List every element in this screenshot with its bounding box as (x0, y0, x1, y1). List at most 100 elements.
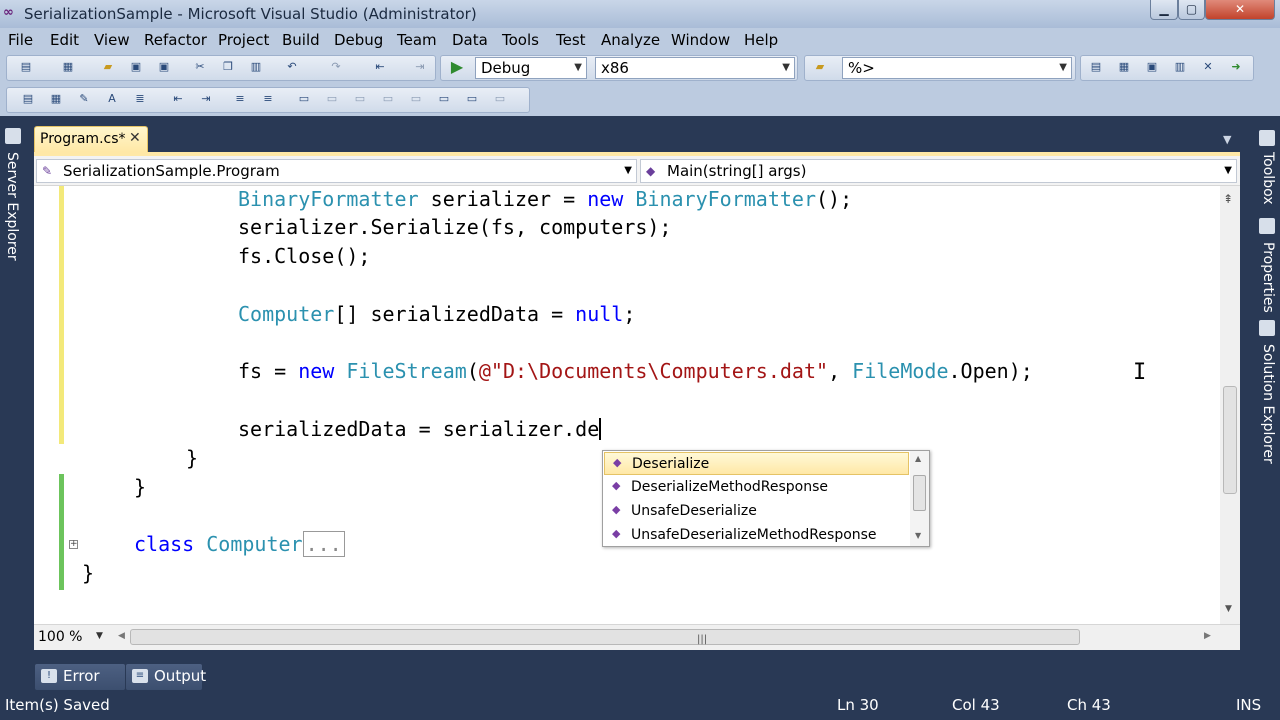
status-char: Ch 43 (1067, 696, 1111, 714)
solution-explorer-icon[interactable]: ▤ (1088, 59, 1104, 75)
menu-help[interactable]: Help (744, 31, 778, 49)
menu-tools[interactable]: Tools (502, 31, 539, 49)
tab-overflow-icon[interactable]: ▼ (1223, 133, 1231, 146)
previous-bookmark-folder-icon[interactable]: ▭ (380, 91, 396, 107)
add-item-icon[interactable]: ▦ (60, 59, 76, 75)
clear-bookmarks-icon[interactable]: ▭ (492, 91, 508, 107)
start-debugging-icon[interactable]: ▶ (449, 59, 465, 75)
completion-scrollbar[interactable]: ▲ ▼ (910, 451, 929, 546)
type-dropdown[interactable]: ✎ SerializationSample.Program ▼ (36, 159, 637, 183)
menu-debug[interactable]: Debug (334, 31, 383, 49)
class-icon: ✎ (42, 164, 53, 178)
find-in-files-icon[interactable]: ▰ (812, 59, 828, 75)
code-line: BinaryFormatter serializer = new BinaryF… (238, 187, 853, 211)
uncomment-lines-icon[interactable]: ≡ (260, 91, 276, 107)
collapsed-region[interactable]: ... (302, 531, 345, 557)
decrease-indent-icon[interactable]: ⇤ (170, 91, 186, 107)
standard-toolbar: ▤ ▦ ▰ ▣ ▣ ✂ ❐ ▥ ↶ ↷ ⇤ ⇥ ▶ Debug ▼ x86 ▼ … (0, 52, 1280, 84)
scroll-left-icon[interactable]: ◀ (118, 631, 125, 641)
platform-dropdown[interactable]: x86 ▼ (595, 57, 795, 79)
member-dropdown[interactable]: ◆ Main(string[] args) ▼ (640, 159, 1237, 183)
chevron-down-icon[interactable]: ▼ (96, 631, 103, 641)
menu-file[interactable]: File (8, 31, 33, 49)
completion-item-unsafe-deserialize[interactable]: ◆ UnsafeDeserialize (604, 500, 909, 523)
complete-word-icon[interactable]: A (104, 91, 120, 107)
completion-item-deserialize[interactable]: ◆ Deserialize (604, 452, 909, 475)
configuration-dropdown[interactable]: Debug ▼ (475, 57, 587, 79)
extension-manager-icon[interactable]: ➜ (1228, 59, 1244, 75)
horizontal-scrollbar-thumb[interactable]: ||| (130, 629, 1080, 645)
menu-build[interactable]: Build (282, 31, 320, 49)
save-all-icon[interactable]: ▣ (156, 59, 172, 75)
menu-data[interactable]: Data (452, 31, 488, 49)
copy-icon[interactable]: ❐ (220, 59, 236, 75)
scroll-down-icon[interactable]: ▼ (915, 531, 921, 540)
object-browser-icon[interactable]: ▣ (1144, 59, 1160, 75)
cut-icon[interactable]: ✂ (192, 59, 208, 75)
redo-icon[interactable]: ↷ (328, 59, 344, 75)
menu-refactor[interactable]: Refactor (144, 31, 207, 49)
next-bookmark-folder-icon[interactable]: ▭ (408, 91, 424, 107)
undo-icon[interactable]: ↶ (284, 59, 300, 75)
properties-icon[interactable]: ▦ (1116, 59, 1132, 75)
menu-edit[interactable]: Edit (50, 31, 79, 49)
navigate-forward-icon[interactable]: ⇥ (412, 59, 428, 75)
previous-bookmark-icon[interactable]: ▭ (324, 91, 340, 107)
next-bookmark-icon[interactable]: ▭ (352, 91, 368, 107)
minimize-button[interactable]: ▁ (1150, 0, 1178, 20)
completion-item-deserialize-method-response[interactable]: ◆ DeserializeMethodResponse (604, 476, 909, 499)
maximize-button[interactable]: ▢ (1178, 0, 1205, 20)
server-explorer-icon (5, 128, 21, 144)
scrollbar-thumb[interactable] (1223, 386, 1237, 494)
scrollbar-thumb[interactable] (913, 475, 926, 511)
save-icon[interactable]: ▣ (128, 59, 144, 75)
comment-icon[interactable]: ≣ (132, 91, 148, 107)
find-combo[interactable]: %> ▼ (842, 57, 1072, 79)
code-line: } (82, 561, 95, 585)
increase-indent-icon[interactable]: ⇥ (198, 91, 214, 107)
scroll-right-icon[interactable]: ▶ (1204, 631, 1211, 641)
parameter-info-icon[interactable]: ▦ (48, 91, 64, 107)
menu-bar: File Edit View Refactor Project Build De… (0, 28, 1280, 52)
zoom-level[interactable]: 100 % (38, 629, 82, 645)
tab-program-cs[interactable]: Program.cs* ✕ (34, 126, 148, 152)
toggle-bookmark-icon[interactable]: ▭ (296, 91, 312, 107)
properties-tab[interactable]: Properties (1260, 242, 1276, 313)
quick-info-icon[interactable]: ✎ (76, 91, 92, 107)
solution-explorer-tab[interactable]: Solution Explorer (1260, 344, 1276, 464)
menu-project[interactable]: Project (218, 31, 269, 49)
next-bookmark-document-icon[interactable]: ▭ (464, 91, 480, 107)
comment-lines-icon[interactable]: ≡ (232, 91, 248, 107)
tab-output[interactable]: ≡ Output (126, 664, 206, 690)
server-explorer-tab[interactable]: Server Explorer (4, 152, 20, 261)
tab-error-list[interactable]: ! Error List (35, 664, 125, 709)
completion-item-unsafe-deserialize-method-response[interactable]: ◆ UnsafeDeserializeMethodResponse (604, 524, 909, 547)
expand-outline-icon[interactable]: + (69, 540, 78, 549)
close-tab-icon[interactable]: ✕ (129, 130, 141, 146)
navigate-backward-icon[interactable]: ⇤ (372, 59, 388, 75)
open-file-icon[interactable]: ▰ (100, 59, 116, 75)
menu-analyze[interactable]: Analyze (601, 31, 660, 49)
code-editor[interactable]: BinaryFormatter serializer = new BinaryF… (34, 186, 1240, 624)
menu-team[interactable]: Team (397, 31, 437, 49)
new-project-icon[interactable]: ▤ (18, 59, 34, 75)
tools-icon[interactable]: ✕ (1200, 59, 1216, 75)
splitter-icon[interactable]: ⇞ (1223, 192, 1233, 206)
properties-icon (1259, 218, 1275, 234)
scroll-up-icon[interactable]: ▲ (915, 454, 921, 463)
unsaved-change-marker (59, 186, 64, 444)
menu-window[interactable]: Window (671, 31, 730, 49)
visual-studio-icon: ∞ (3, 5, 14, 20)
navigation-bar: ✎ SerializationSample.Program ▼ ◆ Main(s… (34, 156, 1240, 186)
display-object-member-list-icon[interactable]: ▤ (20, 91, 36, 107)
toolbox-icon[interactable]: ▥ (1172, 59, 1188, 75)
paste-icon[interactable]: ▥ (248, 59, 264, 75)
close-window-button[interactable]: ✕ (1205, 0, 1275, 20)
scroll-down-icon[interactable]: ▼ (1225, 604, 1232, 614)
menu-test[interactable]: Test (556, 31, 586, 49)
previous-bookmark-document-icon[interactable]: ▭ (436, 91, 452, 107)
intellisense-list[interactable]: ◆ Deserialize ◆ DeserializeMethodRespons… (602, 450, 930, 547)
toolbox-tab[interactable]: Toolbox (1260, 152, 1276, 205)
menu-view[interactable]: View (94, 31, 130, 49)
editor-vertical-scrollbar[interactable]: ⇞ ▼ (1220, 186, 1240, 624)
